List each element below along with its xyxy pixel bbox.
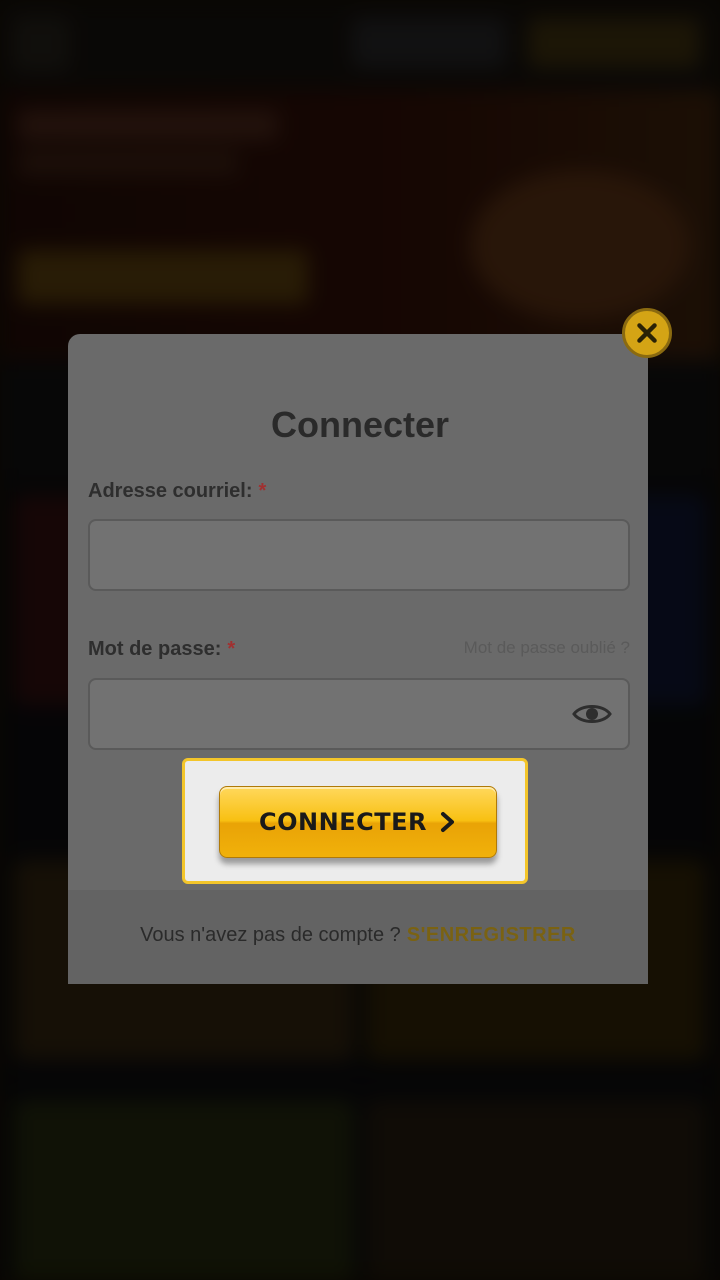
register-link[interactable]: S'ENREGISTRER <box>407 924 576 946</box>
close-button[interactable] <box>622 308 672 358</box>
no-account-text: Vous n'avez pas de compte ? <box>140 924 401 946</box>
chevron-right-icon <box>440 812 454 832</box>
password-label: Mot de passe: * <box>88 638 235 661</box>
toggle-password-visibility[interactable] <box>572 694 612 734</box>
email-input[interactable] <box>88 519 630 591</box>
password-label-text: Mot de passe: <box>88 638 222 660</box>
email-label: Adresse courriel: * <box>88 480 266 503</box>
no-account-prompt: Vous n'avez pas de compte ? S'ENREGISTRER <box>68 924 648 947</box>
password-input[interactable] <box>88 678 630 750</box>
eye-icon <box>572 705 612 723</box>
required-mark: * <box>258 480 267 502</box>
email-label-text: Adresse courriel: <box>88 480 253 502</box>
connect-button[interactable]: CONNECTER <box>219 786 497 858</box>
required-mark: * <box>227 638 236 660</box>
modal-title: Connecter <box>270 404 450 445</box>
close-icon <box>637 323 657 343</box>
connect-button-label: CONNECTER <box>259 808 427 836</box>
forgot-password-link[interactable]: Mot de passe oublié ? <box>360 638 630 658</box>
